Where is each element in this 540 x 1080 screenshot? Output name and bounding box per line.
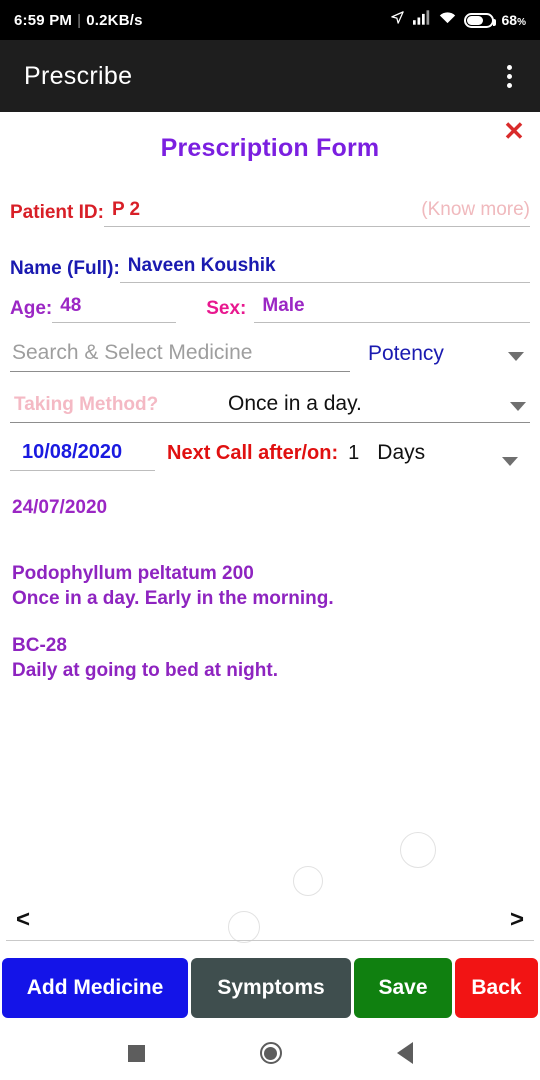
next-call-row: 10/08/2020 Next Call after/on: 1 Days	[6, 423, 534, 471]
location-arrow-icon	[390, 10, 405, 30]
status-separator: |	[77, 11, 82, 29]
age-sex-row: Age: 48 Sex: Male	[6, 283, 534, 323]
decorative-circle	[293, 866, 323, 896]
status-bar-right: 68%	[390, 10, 526, 30]
medicine-search-input[interactable]: Search & Select Medicine	[10, 341, 350, 372]
wifi-icon	[439, 11, 456, 30]
back-button[interactable]: Back	[455, 958, 538, 1018]
name-label: Name (Full):	[10, 258, 120, 279]
kebab-menu-icon[interactable]	[501, 59, 518, 94]
app-bar-title: Prescribe	[24, 61, 133, 90]
medicine-name: Podophyllum peltatum 200	[12, 563, 254, 584]
prev-page-button[interactable]: <	[16, 908, 30, 932]
square-recents-icon[interactable]	[127, 1044, 145, 1062]
taking-method-value: Once in a day.	[228, 392, 362, 415]
patient-id-value: P 2	[111, 199, 141, 220]
potency-label: Potency	[368, 342, 444, 365]
circle-home-icon[interactable]	[259, 1042, 282, 1064]
sex-label: Sex:	[206, 298, 247, 319]
taking-method-row[interactable]: Taking Method? Once in a day.	[10, 372, 530, 423]
name-field[interactable]: Naveen Koushik	[119, 255, 530, 283]
chevron-down-icon[interactable]	[502, 457, 518, 466]
know-more-link[interactable]: (Know more)	[421, 199, 530, 221]
next-call-unit[interactable]: Days	[359, 441, 425, 471]
action-button-bar: Add Medicine Symptoms Save Back	[0, 958, 540, 1018]
status-time: 6:59 PM	[14, 11, 73, 29]
chevron-down-icon	[508, 352, 524, 361]
patient-id-row: Patient ID: P 2 (Know more)	[6, 171, 534, 227]
triangle-back-icon[interactable]	[396, 1042, 413, 1064]
page-title: Prescription Form	[160, 134, 380, 162]
date-field[interactable]: 10/08/2020	[10, 441, 155, 471]
battery-percent: 68%	[501, 12, 526, 28]
medicine-instruction: Once in a day. Early in the morning.	[12, 588, 334, 610]
next-call-label: Next Call after/on:	[167, 442, 339, 464]
battery-icon	[463, 12, 496, 28]
chevron-down-icon	[510, 402, 526, 411]
android-nav-bar	[0, 1026, 540, 1080]
signal-bars-icon	[412, 10, 431, 30]
prescription-form: ✕ Prescription Form Patient ID: P 2 (Kno…	[0, 112, 540, 683]
pager: < >	[6, 908, 534, 941]
medicine-instruction: Daily at going to bed at night.	[12, 660, 278, 682]
app-bar: Prescribe	[0, 40, 540, 112]
sex-field[interactable]: Male	[254, 295, 530, 323]
close-icon[interactable]: ✕	[494, 116, 534, 146]
status-bar-left: 6:59 PM | 0.2KB/s	[14, 12, 143, 29]
add-medicine-button[interactable]: Add Medicine	[2, 958, 188, 1018]
prescription-list: Podophyllum peltatum 200 Once in a day. …	[6, 519, 534, 683]
potency-dropdown[interactable]: Potency	[350, 342, 530, 372]
next-call-number[interactable]: 1	[344, 442, 359, 471]
phone-screen: 6:59 PM | 0.2KB/s 68% Prescribe ✕ Prescr…	[0, 0, 540, 1080]
list-item: Podophyllum peltatum 200 Once in a day. …	[12, 561, 528, 611]
next-page-button[interactable]: >	[510, 908, 524, 932]
medicine-name: BC-28	[12, 635, 67, 657]
patient-id-field[interactable]: P 2 (Know more)	[103, 199, 530, 227]
prescription-date: 24/07/2020	[12, 497, 108, 518]
save-button[interactable]: Save	[354, 958, 452, 1018]
status-bar: 6:59 PM | 0.2KB/s 68%	[0, 0, 540, 40]
medicine-row: Search & Select Medicine Potency	[6, 323, 534, 372]
age-field[interactable]: 48	[52, 295, 177, 323]
name-row: Name (Full): Naveen Koushik	[6, 227, 534, 283]
symptoms-button[interactable]: Symptoms	[191, 958, 351, 1018]
network-speed: 0.2KB/s	[86, 11, 143, 29]
patient-id-label: Patient ID:	[10, 202, 104, 223]
taking-method-label: Taking Method?	[14, 394, 159, 415]
list-item: BC-28 Daily at going to bed at night.	[12, 633, 528, 683]
age-label: Age:	[10, 298, 53, 319]
decorative-circle	[400, 832, 436, 868]
